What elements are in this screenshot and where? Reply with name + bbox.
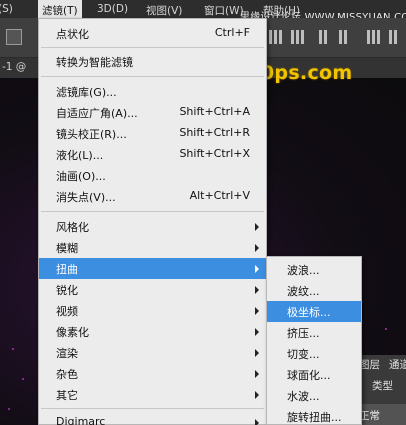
menu-item-shortcut: Alt+Ctrl+V [189, 189, 250, 202]
submenu-item-label: 球面化... [287, 369, 331, 382]
distribute-vertical-icon[interactable] [366, 27, 381, 47]
menu-item-render[interactable]: 渲染 [39, 342, 266, 363]
document-tab[interactable]: -1 @ [2, 61, 26, 73]
menu-item-adaptive-wide-angle[interactable]: 自适应广角(A)... Shift+Ctrl+A [39, 102, 266, 123]
submenu-arrow-icon [255, 370, 259, 378]
submenu-arrow-icon [255, 391, 259, 399]
submenu-item-polar-coordinates[interactable]: 极坐标... [267, 301, 361, 322]
menu-item-digimarc[interactable]: Digimarc [39, 412, 266, 425]
submenu-arrow-icon [255, 328, 259, 336]
submenu-item-label: 波纹... [287, 285, 320, 298]
submenu-arrow-icon [255, 223, 259, 231]
menu-item-lens-correction[interactable]: 镜头校正(R)... Shift+Ctrl+R [39, 123, 266, 144]
particle-speck [22, 378, 24, 380]
submenu-arrow-icon [255, 244, 259, 252]
menu-item-label: 液化(L)... [56, 149, 104, 162]
submenu-item-label: 挤压... [287, 327, 320, 340]
menu-window[interactable]: 窗口(W) [204, 3, 244, 18]
menu-item-label: 杂色 [56, 368, 78, 381]
menu-item-filter-gallery[interactable]: 滤镜库(G)... [39, 81, 266, 102]
submenu-item-pinch[interactable]: 挤压... [267, 322, 361, 343]
menu-item-sharpen[interactable]: 锐化 [39, 279, 266, 300]
menu-item-label: 其它 [56, 389, 78, 402]
menu-item-stylize[interactable]: 风格化 [39, 216, 266, 237]
align-icon[interactable] [268, 27, 283, 47]
tab-layers[interactable]: 图层 [359, 357, 380, 372]
menu-item-video[interactable]: 视频 [39, 300, 266, 321]
distort-submenu: 波浪... 波纹... 极坐标... 挤压... 切变... 球面化... 水波… [266, 256, 362, 425]
menu-item-label: 模糊 [56, 242, 78, 255]
menu-item-label: Digimarc [56, 415, 106, 425]
menu-item-oil-paint[interactable]: 油画(O)... [39, 165, 266, 186]
menu-item-shortcut: Shift+Ctrl+X [179, 147, 250, 160]
menu-view[interactable]: 视图(V) [146, 3, 182, 18]
submenu-item-ripple[interactable]: 波纹... [267, 280, 361, 301]
submenu-arrow-icon [255, 349, 259, 357]
menu-item-label: 滤镜库(G)... [56, 86, 117, 99]
submenu-item-label: 切变... [287, 348, 320, 361]
menu-select[interactable]: (S) [0, 3, 13, 15]
menu-3d[interactable]: 3D(D) [97, 3, 128, 15]
submenu-item-label: 旋转扭曲... [287, 411, 342, 424]
blend-mode-select[interactable]: 正常 [355, 404, 406, 425]
menu-separator [41, 408, 264, 409]
menu-item-last-filter[interactable]: 点状化 Ctrl+F [39, 23, 266, 44]
submenu-item-label: 波浪... [287, 264, 320, 277]
menu-item-liquify[interactable]: 液化(L)... Shift+Ctrl+X [39, 144, 266, 165]
filter-menu: 点状化 Ctrl+F 转换为智能滤镜 滤镜库(G)... 自适应广角(A)...… [38, 18, 267, 425]
menu-item-pixelate[interactable]: 像素化 [39, 321, 266, 342]
submenu-item-zigzag[interactable]: 水波... [267, 385, 361, 406]
menu-item-convert-smart-filter[interactable]: 转换为智能滤镜 [39, 51, 266, 72]
menu-item-shortcut: Ctrl+F [214, 26, 250, 39]
submenu-item-spherize[interactable]: 球面化... [267, 364, 361, 385]
menu-item-shortcut: Shift+Ctrl+R [179, 126, 250, 139]
particle-speck [12, 348, 14, 350]
menu-item-blur[interactable]: 模糊 [39, 237, 266, 258]
align-vertical-icon[interactable] [318, 27, 328, 47]
tab-channels[interactable]: 通道 [389, 357, 406, 372]
distribute-icon[interactable] [290, 27, 305, 47]
menu-item-label: 像素化 [56, 326, 89, 339]
menu-item-other[interactable]: 其它 [39, 384, 266, 405]
menu-item-label: 消失点(V)... [56, 191, 116, 204]
particle-speck [8, 408, 10, 410]
menu-item-label: 转换为智能滤镜 [56, 56, 133, 69]
menu-separator [41, 47, 264, 48]
submenu-arrow-icon [255, 419, 259, 425]
submenu-item-label: 极坐标... [287, 306, 331, 319]
distribute-horizontal-icon[interactable] [388, 27, 398, 47]
menu-item-label: 油画(O)... [56, 170, 106, 183]
menu-item-label: 锐化 [56, 284, 78, 297]
tool-options-icon[interactable] [6, 29, 22, 45]
menu-item-label: 自适应广角(A)... [56, 107, 138, 120]
menu-item-label: 扭曲 [56, 263, 78, 276]
menu-item-label: 点状化 [56, 28, 89, 41]
submenu-arrow-icon [255, 286, 259, 294]
submenu-item-shear[interactable]: 切变... [267, 343, 361, 364]
menu-item-label: 镜头校正(R)... [56, 128, 127, 141]
particle-speck [385, 328, 387, 330]
menu-item-shortcut: Shift+Ctrl+A [179, 105, 250, 118]
layer-filter-kind[interactable]: 类型 [372, 378, 393, 393]
menu-item-label: 视频 [56, 305, 78, 318]
menu-item-noise[interactable]: 杂色 [39, 363, 266, 384]
menu-item-vanishing-point[interactable]: 消失点(V)... Alt+Ctrl+V [39, 186, 266, 207]
menu-item-distort[interactable]: 扭曲 [39, 258, 266, 279]
menu-filter[interactable]: 滤镜(T) [38, 0, 82, 18]
menu-separator [41, 76, 264, 77]
menu-item-label: 渲染 [56, 347, 78, 360]
submenu-item-twirl[interactable]: 旋转扭曲... [267, 406, 361, 425]
menu-item-label: 风格化 [56, 221, 89, 234]
submenu-arrow-icon [255, 265, 259, 273]
menu-separator [41, 211, 264, 212]
submenu-item-label: 水波... [287, 390, 320, 403]
submenu-arrow-icon [255, 307, 259, 315]
submenu-item-wave[interactable]: 波浪... [267, 259, 361, 280]
align-horizontal-icon[interactable] [338, 27, 348, 47]
